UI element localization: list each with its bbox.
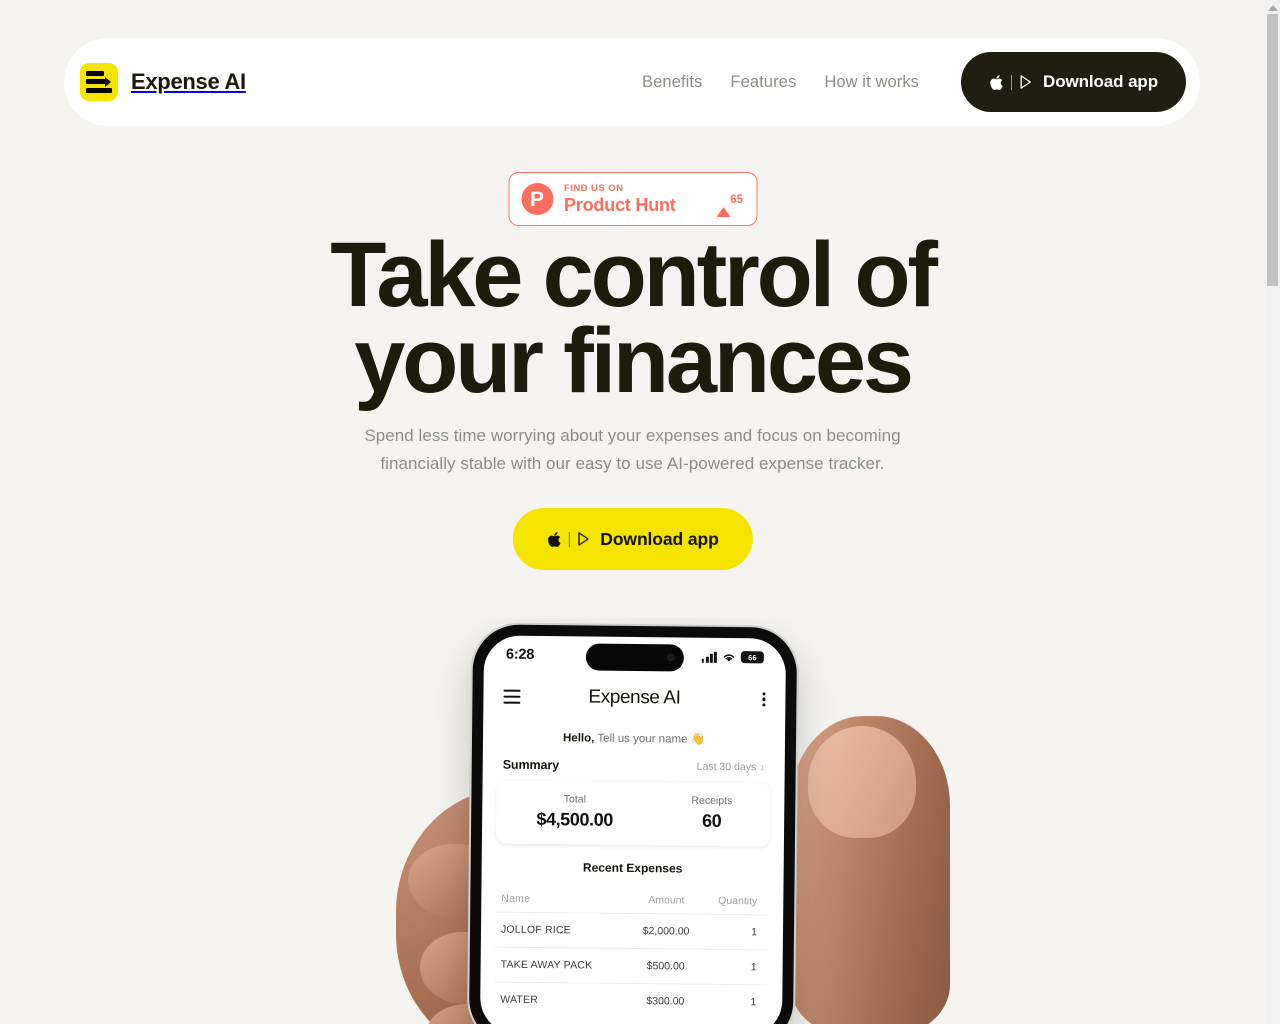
app-title: Expense AI	[588, 686, 681, 709]
apple-icon	[989, 74, 1004, 91]
recent-expenses-heading: Recent Expenses	[582, 860, 683, 876]
phone-status-bar: 6:28 66	[484, 635, 786, 676]
wifi-icon	[722, 651, 736, 662]
table-row[interactable]: TAKE AWAY PACK $500.00 1	[494, 946, 769, 985]
upvote-triangle-icon	[716, 190, 731, 217]
cell-amount: $500.00	[646, 960, 685, 973]
icon-divider	[568, 531, 570, 547]
expense-logo-icon	[80, 63, 118, 101]
nav-link-features[interactable]: Features	[716, 73, 810, 92]
cell-name: JOLLOF RICE	[500, 923, 571, 937]
status-indicators: 66	[701, 651, 764, 664]
product-hunt-vote-count: 65	[730, 194, 743, 206]
google-play-icon	[1019, 74, 1034, 90]
dynamic-island	[585, 643, 685, 672]
app-greeting-bold: Hello,	[562, 732, 595, 745]
header-download-app-label: Download app	[1043, 72, 1158, 91]
app-top-bar: Expense AI	[483, 673, 785, 722]
store-icons-group	[989, 74, 1034, 91]
icon-divider	[1011, 74, 1013, 90]
table-row[interactable]: JOLLOF RICE $2,000.00 1	[494, 911, 770, 950]
summary-card: Total $4,500.00 Receipts 60	[495, 780, 771, 847]
recent-expenses-table: Name Amount Quantity JOLLOF RICE $2,000.…	[494, 882, 770, 1020]
scroll-up-arrow-icon[interactable]	[1265, 2, 1280, 14]
column-header-name: Name	[501, 892, 531, 905]
brand-logo-link[interactable]: Expense AI	[80, 63, 246, 101]
product-hunt-badge[interactable]: P FIND US ON Product Hunt 65	[508, 172, 757, 226]
summary-cell-receipts: Receipts 60	[633, 794, 770, 832]
product-hunt-icon: P	[521, 183, 553, 215]
cellular-signal-icon	[701, 651, 717, 663]
hero-store-icons-group	[546, 531, 591, 548]
nav-link-how-it-works[interactable]: How it works	[810, 73, 933, 92]
wave-emoji: 👋	[690, 733, 706, 746]
column-header-quantity: Quantity	[718, 894, 758, 908]
sort-chevron-icon: ↕	[760, 761, 765, 772]
hero-download-app-button[interactable]: Download app	[512, 508, 753, 570]
summary-range-label: Last 30 days	[696, 760, 757, 774]
summary-receipts-value: 60	[701, 810, 722, 831]
summary-total-value: $4,500.00	[536, 808, 614, 830]
cell-quantity: 1	[750, 996, 757, 1009]
product-hunt-big-label: Product Hunt	[564, 194, 676, 215]
hero-subtitle: Spend less time worrying about your expe…	[364, 426, 901, 473]
cell-quantity: 1	[750, 961, 757, 974]
google-play-icon	[576, 531, 591, 547]
app-greeting-rest[interactable]: Tell us your name	[597, 733, 687, 746]
phone-screen: 6:28 66 Expense AI Hello, Tell us your n…	[479, 635, 787, 1024]
phone-device: 6:28 66 Expense AI Hello, Tell us your n…	[468, 624, 798, 1024]
page-root: Expense AI Benefits Features How it work…	[0, 0, 1265, 1024]
nav-link-benefits[interactable]: Benefits	[628, 73, 716, 92]
site-header: Expense AI Benefits Features How it work…	[64, 38, 1200, 126]
hero-title-line-2: your finances	[354, 310, 914, 413]
summary-cell-total: Total $4,500.00	[496, 793, 633, 831]
summary-section-header: Summary Last 30 days ↕	[483, 743, 785, 774]
cell-amount: $300.00	[646, 995, 685, 1008]
table-row[interactable]: WATER $300.00 1	[494, 981, 769, 1020]
apple-icon	[546, 531, 561, 548]
product-hunt-text: FIND US ON Product Hunt	[564, 184, 676, 214]
cell-name: WATER	[500, 993, 539, 1007]
summary-range-selector[interactable]: Last 30 days ↕	[697, 761, 765, 774]
scrollbar-thumb[interactable]	[1267, 14, 1278, 286]
column-header-amount: Amount	[648, 894, 685, 907]
cell-name: TAKE AWAY PACK	[500, 958, 593, 972]
table-header-row: Name Amount Quantity	[495, 882, 769, 915]
product-hunt-small-label: FIND US ON	[564, 183, 624, 195]
page-scrollbar[interactable]	[1265, 0, 1280, 1024]
status-time: 6:28	[505, 646, 535, 663]
summary-total-label: Total	[563, 793, 587, 806]
product-hunt-upvotes[interactable]: 65	[716, 190, 743, 217]
summary-receipts-label: Receipts	[691, 794, 733, 808]
summary-heading: Summary	[502, 757, 560, 773]
cell-amount: $2,000.00	[642, 925, 690, 938]
hero-download-app-label: Download app	[600, 528, 719, 549]
page-title: Take control of your finances	[0, 229, 1265, 407]
primary-navigation: Benefits Features How it works Download …	[628, 52, 1186, 112]
brand-name: Expense AI	[131, 69, 246, 94]
thumb-nail	[808, 726, 916, 838]
cell-quantity: 1	[751, 926, 758, 939]
header-download-app-button[interactable]: Download app	[961, 52, 1186, 112]
battery-indicator: 66	[740, 651, 764, 664]
phone-mockup-image: 6:28 66 Expense AI Hello, Tell us your n…	[0, 618, 1265, 1024]
app-greeting: Hello, Tell us your name 👋	[483, 719, 785, 746]
